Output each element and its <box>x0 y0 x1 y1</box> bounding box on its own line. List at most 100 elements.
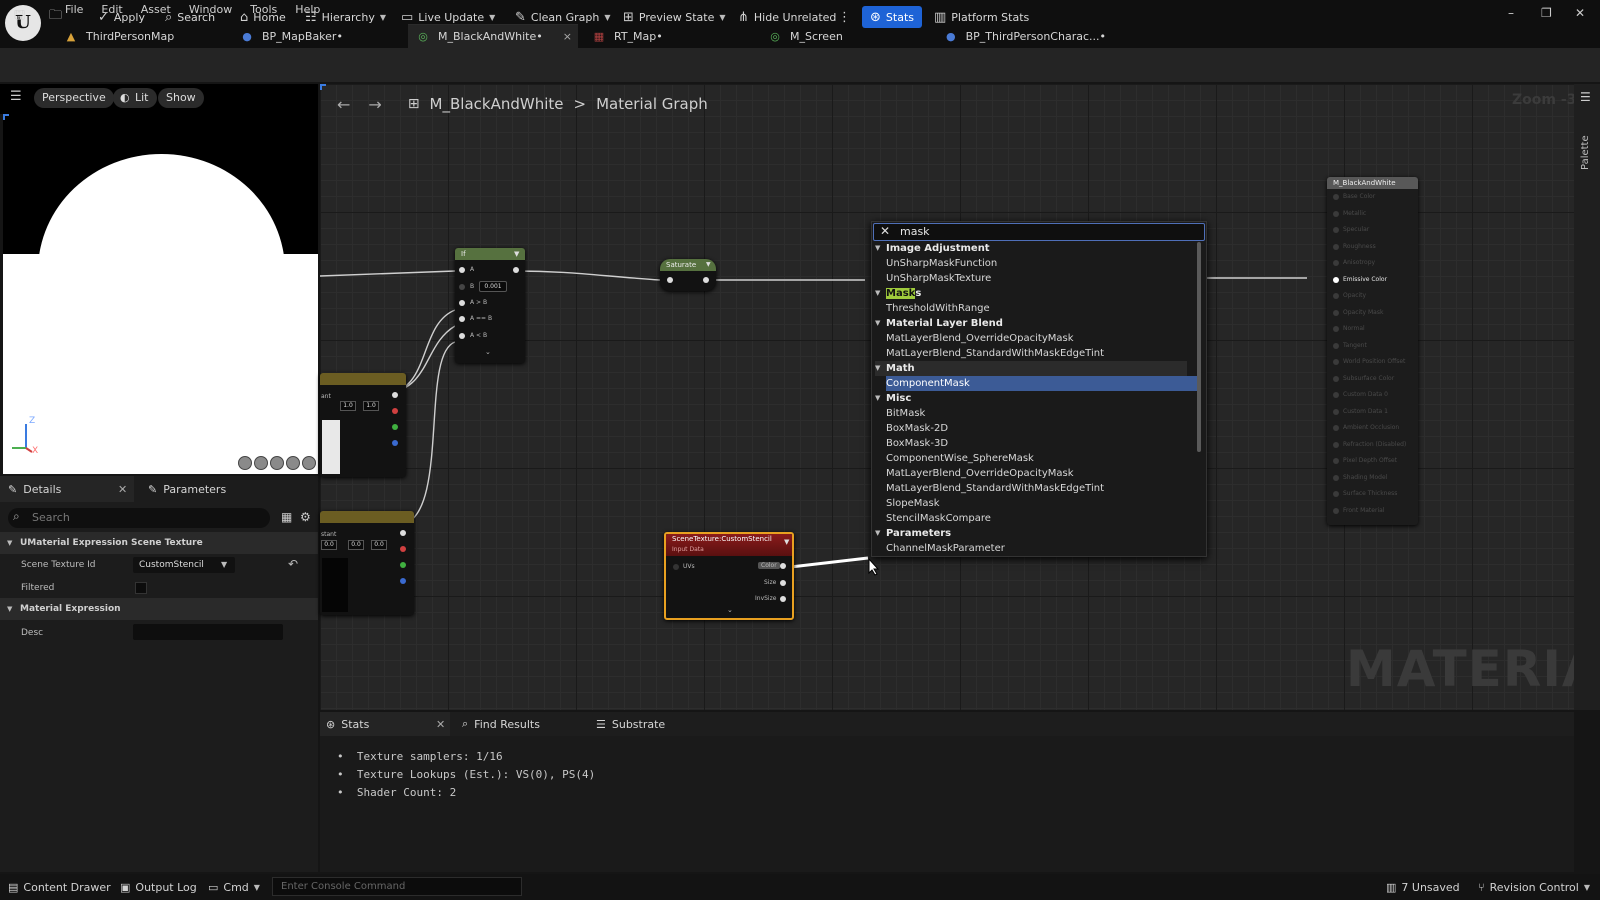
constant-b-pin[interactable] <box>392 440 398 446</box>
lit-button[interactable]: ◐ Lit <box>113 88 157 108</box>
result-item[interactable]: ChannelMaskParameter <box>886 541 1198 556</box>
result-input-pin[interactable] <box>1333 474 1339 481</box>
hierarchy-button[interactable]: ☷ Hierarchy ▼ <box>305 6 386 28</box>
console-command-input[interactable]: Enter Console Command <box>272 877 522 896</box>
constant-y-field[interactable]: 0.0 <box>348 540 364 550</box>
constant-z-field[interactable]: 0.0 <box>371 540 387 550</box>
result-input-pin[interactable] <box>1333 309 1339 316</box>
constant-g-pin[interactable] <box>392 424 398 430</box>
node-search-input[interactable]: mask <box>873 223 1205 241</box>
section-scene-texture[interactable]: ▼ UMaterial Expression Scene Texture <box>0 532 318 554</box>
result-category[interactable]: Masks <box>875 286 1187 301</box>
result-category[interactable]: Parameters <box>875 526 1187 541</box>
if-pin-agtb[interactable] <box>459 300 465 306</box>
if-pin-altb[interactable] <box>459 333 465 339</box>
result-input-pin[interactable] <box>1333 425 1339 431</box>
constant-vector-node-2[interactable]: stant 0.0 0.0 0.0 <box>320 511 414 615</box>
if-pin-aeqb[interactable] <box>459 316 465 322</box>
sphere-shape-icon[interactable] <box>254 456 268 470</box>
expand-node-icon[interactable]: ⌄ <box>727 606 733 614</box>
palette-tab[interactable]: Palette <box>1580 110 1594 170</box>
scene-texture-uvs-pin[interactable] <box>673 564 679 570</box>
result-input-pin[interactable] <box>1333 408 1339 415</box>
if-node[interactable]: If ▼ A B 0.001 A > B A == B A < B ⌄ <box>455 248 525 363</box>
filtered-checkbox[interactable] <box>135 582 147 594</box>
result-item[interactable]: MatLayerBlend_StandardWithMaskEdgeTint <box>886 346 1198 361</box>
constant-z-field[interactable]: 1.0 <box>363 401 379 411</box>
clear-search-icon[interactable]: ✕ <box>880 223 890 239</box>
result-item[interactable]: StencilMaskCompare <box>886 511 1198 526</box>
if-pin-a[interactable] <box>459 267 465 273</box>
result-item[interactable]: ComponentMask <box>886 376 1198 391</box>
home-button[interactable]: ⌂ Home <box>240 6 286 28</box>
constant-x-field[interactable]: 0.0 <box>321 540 337 550</box>
result-item[interactable]: BoxMask-2D <box>886 421 1198 436</box>
saturate-node[interactable]: Saturate ▼ <box>660 259 716 291</box>
tab-substrate[interactable]: ☰ Substrate <box>590 712 720 736</box>
close-stats-icon[interactable]: ✕ <box>436 718 445 731</box>
if-output-pin[interactable] <box>513 267 519 273</box>
result-item[interactable]: UnSharpMaskTexture <box>886 271 1198 286</box>
result-item[interactable]: ComponentWise_SphereMask <box>886 451 1198 466</box>
tab-stats[interactable]: ⊛ Stats ✕ <box>320 712 450 736</box>
result-input-pin[interactable] <box>1333 359 1339 365</box>
browse-button[interactable]: 🗀 <box>49 6 62 28</box>
result-item[interactable]: ThresholdWithRange <box>886 301 1198 316</box>
if-b-value-field[interactable]: 0.001 <box>479 281 507 292</box>
result-input-pin[interactable] <box>1333 210 1339 217</box>
material-result-node[interactable]: M_BlackAndWhite Base Color Metallic Specul… <box>1327 177 1418 525</box>
search-button[interactable]: ⌕ Search <box>165 6 215 28</box>
close-window-icon[interactable]: ✕ <box>1575 6 1585 20</box>
live-update-button[interactable]: ▭ Live Update ▼ <box>401 6 495 28</box>
result-input-pin[interactable] <box>1333 326 1339 332</box>
close-tab-icon[interactable]: × <box>563 30 572 43</box>
tab-details[interactable]: ✎ Details ✕ <box>0 476 134 502</box>
cmd-button[interactable]: ▭ Cmd ▼ <box>208 880 260 894</box>
output-log-button[interactable]: ▣ Output Log <box>120 880 197 894</box>
close-details-icon[interactable]: ✕ <box>118 483 127 496</box>
breadcrumb-page[interactable]: Material Graph <box>596 95 708 113</box>
constant-b-pin[interactable] <box>400 578 406 584</box>
scene-texture-invsize-pin[interactable] <box>780 596 786 602</box>
unsaved-button[interactable]: ▥ 7 Unsaved <box>1386 880 1460 894</box>
section-material-expression[interactable]: ▼ Material Expression <box>0 598 318 620</box>
breadcrumb-root[interactable]: M_BlackAndWhite <box>430 95 564 113</box>
constant-g-pin[interactable] <box>400 562 406 568</box>
cylinder-shape-icon[interactable] <box>238 456 252 470</box>
result-input-pin[interactable] <box>1333 491 1339 497</box>
scene-texture-id-dropdown[interactable]: CustomStencil ▼ <box>133 557 235 573</box>
result-item[interactable]: BitMask <box>886 406 1198 421</box>
restore-icon[interactable]: ❐ <box>1541 6 1552 20</box>
constant-r-pin[interactable] <box>392 408 398 414</box>
result-item[interactable]: BoxMask-3D <box>886 436 1198 451</box>
table-view-icon[interactable]: ▦ <box>281 510 292 524</box>
custom-mesh-icon[interactable] <box>302 456 316 470</box>
save-button[interactable]: 🖫 <box>14 6 25 28</box>
result-input-pin[interactable] <box>1333 375 1339 382</box>
plane-shape-icon[interactable] <box>270 456 284 470</box>
platform-stats-button[interactable]: ▥ Platform Stats <box>934 6 1029 28</box>
result-category[interactable]: Material Layer Blend <box>875 316 1187 331</box>
scene-texture-size-pin[interactable] <box>780 580 786 586</box>
result-category[interactable]: Image Adjustment <box>875 241 1187 256</box>
minimize-icon[interactable]: – <box>1508 6 1514 20</box>
more-options-icon[interactable]: ⋮ <box>838 6 851 28</box>
revision-control-button[interactable]: ⑂ Revision Control ▼ <box>1478 880 1590 894</box>
result-input-pin[interactable] <box>1333 260 1339 266</box>
content-drawer-button[interactable]: ▤ Content Drawer <box>8 880 111 894</box>
apply-button[interactable]: ✓ Apply <box>98 6 145 28</box>
result-category[interactable]: Math <box>875 361 1187 376</box>
preview-state-button[interactable]: ⊞ Preview State ▼ <box>623 6 726 28</box>
scene-texture-color-pin[interactable] <box>780 563 786 569</box>
if-pin-b[interactable] <box>459 284 465 290</box>
result-input-pin[interactable] <box>1333 392 1339 398</box>
viewport-menu-icon[interactable]: ☰ <box>10 89 22 104</box>
popup-scrollbar[interactable] <box>1197 242 1201 452</box>
result-input-pin[interactable] <box>1333 458 1339 464</box>
result-input-pin[interactable] <box>1333 243 1339 250</box>
tab-find-results[interactable]: ⌕ Find Results <box>456 712 586 736</box>
material-preview-viewport[interactable] <box>3 114 318 474</box>
constant-output-pin[interactable] <box>392 392 398 398</box>
back-arrow-icon[interactable]: ← <box>337 95 350 114</box>
result-item[interactable]: UnSharpMaskFunction <box>886 256 1198 271</box>
